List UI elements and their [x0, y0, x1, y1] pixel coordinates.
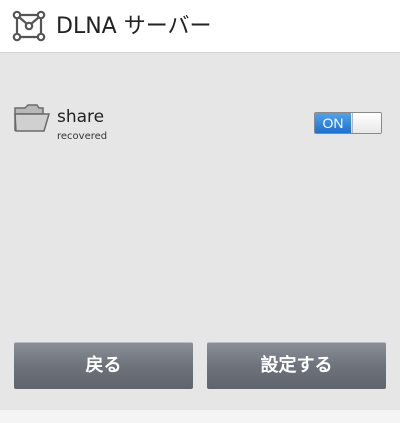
title-bar: DLNA サーバー	[0, 0, 400, 53]
set-button[interactable]: 設定する	[207, 342, 386, 389]
share-toggle[interactable]: ON	[314, 112, 382, 134]
share-status: recovered	[57, 131, 108, 142]
network-nodes-icon	[12, 10, 46, 42]
share-name: share	[57, 107, 105, 127]
back-button[interactable]: 戻る	[14, 342, 193, 389]
page-title: DLNA サーバー	[56, 14, 212, 39]
folder-icon	[14, 104, 51, 132]
toggle-on-label: ON	[315, 113, 351, 133]
bottom-strip	[0, 410, 400, 423]
share-list-item[interactable]: share recovered ON	[0, 96, 400, 156]
toggle-knob[interactable]	[352, 113, 381, 133]
